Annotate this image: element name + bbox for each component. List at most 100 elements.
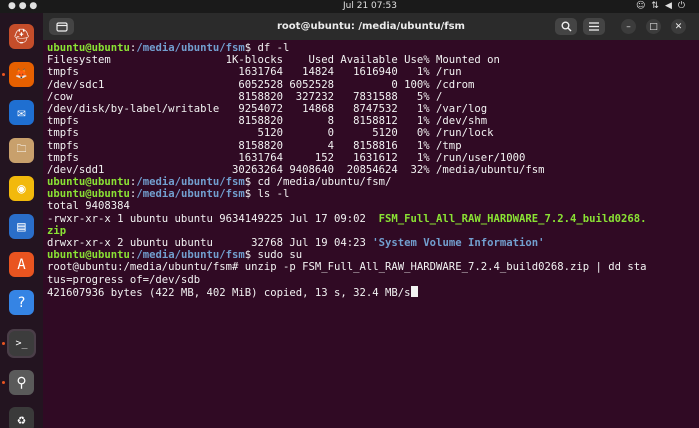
rhythmbox-icon[interactable]: ◉: [7, 174, 36, 203]
appcenter-icon[interactable]: A: [7, 250, 36, 279]
network-icon[interactable]: ⇅: [651, 1, 665, 11]
writer-icon[interactable]: ▤: [7, 212, 36, 241]
terminal-line: drwxr-xr-x 2 ubuntu ubuntu 32768 Jul 19 …: [47, 237, 697, 249]
terminal-text: tmpfs 1631764 14824 1616940 1% /run: [47, 66, 462, 79]
terminal-text: tmpfs 8158820 4 8158816 1% /tmp: [47, 139, 462, 152]
terminal-window: root@ubuntu: /media/ubuntu/fsm – □ ✕ ubu…: [43, 13, 699, 428]
menu-button[interactable]: [583, 18, 605, 35]
close-button[interactable]: ✕: [671, 19, 686, 34]
running-indicator: [2, 381, 5, 384]
running-indicator: [2, 73, 5, 76]
terminal-line: -rwxr-xr-x 1 ubuntu ubuntu 9634149225 Ju…: [47, 213, 697, 225]
terminal-line: tus=progress of=/dev/sdb: [47, 274, 697, 286]
help-icon-top-glyph: ⛑: [9, 24, 34, 49]
terminal-line: ubuntu@ubuntu:/media/ubuntu/fsm$ sudo su: [47, 249, 697, 261]
rhythmbox-icon-glyph: ◉: [9, 176, 34, 201]
terminal-text: /media/ubuntu/fsm: [136, 249, 245, 262]
terminal-line: /dev/disk/by-label/writable 9254072 1486…: [47, 103, 697, 115]
minimize-button[interactable]: –: [621, 19, 636, 34]
terminal-icon-glyph: >_: [9, 331, 34, 356]
terminal-line: /dev/sdc1 6052528 6052528 0 100% /cdrom: [47, 79, 697, 91]
terminal-line: tmpfs 1631764 14824 1616940 1% /run: [47, 66, 697, 78]
appcenter-icon-glyph: A: [9, 252, 34, 277]
terminal-line: tmpfs 1631764 152 1631612 1% /run/user/1…: [47, 152, 697, 164]
search-icon: [561, 21, 572, 32]
maximize-icon: □: [649, 21, 658, 32]
terminal-line: ubuntu@ubuntu:/media/ubuntu/fsm$ cd /med…: [47, 176, 697, 188]
terminal-icon[interactable]: >_: [7, 329, 36, 358]
terminal-text: tmpfs 8158820 8 8158812 1% /dev/shm: [47, 115, 488, 128]
minimize-icon: –: [626, 21, 631, 32]
terminal-line: zip: [47, 225, 697, 237]
terminal-text: tus=progress of=/dev/sdb: [47, 273, 201, 286]
search-button[interactable]: [555, 18, 577, 35]
running-indicator: [2, 342, 5, 345]
terminal-text: ubuntu@ubuntu: [47, 188, 130, 201]
terminal-line: root@ubuntu:/media/ubuntu/fsm# unzip -p …: [47, 261, 697, 273]
terminal-text: ubuntu@ubuntu: [47, 249, 130, 262]
trash-icon-glyph: ♻: [9, 407, 34, 428]
terminal-line: /cow 8158820 327232 7831588 5% /: [47, 91, 697, 103]
terminal-line: ubuntu@ubuntu:/media/ubuntu/fsm$ df -l: [47, 42, 697, 54]
terminal-text: /cow 8158820 327232 7831588 5% /: [47, 90, 443, 103]
maximize-button[interactable]: □: [646, 19, 661, 34]
close-icon: ✕: [674, 21, 683, 32]
terminal-text: $ cd /media/ubuntu/fsm/: [244, 176, 392, 189]
terminal-text: tmpfs 1631764 152 1631612 1% /run/user/1…: [47, 151, 526, 164]
clock[interactable]: Jul 21 07:53: [330, 0, 410, 13]
title-bar[interactable]: root@ubuntu: /media/ubuntu/fsm – □ ✕: [43, 13, 699, 40]
terminal-text: zip: [47, 224, 67, 237]
terminal-text: 421607936 bytes (422 MB, 402 MiB) copied…: [47, 286, 411, 299]
terminal-text: ubuntu@ubuntu: [47, 176, 130, 189]
volume-icon[interactable]: ◀: [665, 1, 678, 11]
usb-drive-icon-glyph: ⚲: [9, 370, 34, 395]
terminal-line: tmpfs 8158820 4 8158816 1% /tmp: [47, 140, 697, 152]
terminal-line: tmpfs 5120 0 5120 0% /run/lock: [47, 127, 697, 139]
firefox-icon[interactable]: 🦊: [7, 60, 36, 89]
help-icon-top[interactable]: ⛑: [7, 22, 36, 51]
help-icon-glyph: ?: [9, 290, 34, 315]
terminal-cursor: [410, 285, 418, 297]
terminal-text: $ df -l: [244, 42, 290, 54]
terminal-text: ubuntu@ubuntu: [47, 42, 130, 54]
terminal-text: $ sudo su: [244, 249, 303, 262]
activities-indicator[interactable]: ● ● ●: [8, 0, 37, 13]
terminal-text: tmpfs 5120 0 5120 0% /run/lock: [47, 127, 494, 140]
terminal-text: -rwxr-xr-x 1 ubuntu ubuntu 9634149225 Ju…: [47, 212, 379, 225]
hamburger-menu-icon: [589, 22, 599, 31]
terminal-text: 'System Volume Information': [372, 237, 545, 249]
terminal-line: tmpfs 8158820 8 8158812 1% /dev/shm: [47, 115, 697, 127]
terminal-text: /media/ubuntu/fsm: [136, 42, 245, 54]
terminal-line: ubuntu@ubuntu:/media/ubuntu/fsm$ ls -l: [47, 188, 697, 200]
help-icon[interactable]: ?: [7, 288, 36, 317]
dock: ⛑ 🦊 ✉ 🗀 ◉ ▤ A? >_ ⚲ ♻: [0, 13, 43, 428]
files-icon[interactable]: 🗀: [7, 136, 36, 165]
terminal-output[interactable]: ubuntu@ubuntu:/media/ubuntu/fsm$ df -l Fi…: [47, 42, 697, 426]
terminal-text: /dev/sdd1 30263264 9408640 20854624 32% …: [47, 163, 545, 176]
writer-icon-glyph: ▤: [9, 214, 34, 239]
terminal-text: /dev/sdc1 6052528 6052528 0 100% /cdrom: [47, 78, 475, 91]
trash-icon[interactable]: ♻: [7, 405, 36, 428]
terminal-text: Filesystem 1K-blocks Used Available Use%…: [47, 54, 500, 67]
terminal-line: total 9408384: [47, 200, 697, 212]
terminal-text: total 9408384: [47, 200, 130, 213]
terminal-text: FSM_Full_All_RAW_HARDWARE_7.2.4_build026…: [378, 212, 647, 225]
terminal-text: /media/ubuntu/fsm: [136, 188, 245, 201]
accessibility-icon[interactable]: ☺: [636, 1, 651, 11]
top-bar: ● ● ● Jul 21 07:53 ☺⇅◀⏻: [0, 0, 699, 13]
terminal-text: /dev/disk/by-label/writable 9254072 1486…: [47, 102, 488, 115]
terminal-text: $ ls -l: [244, 188, 290, 201]
terminal-line: 421607936 bytes (422 MB, 402 MiB) copied…: [47, 285, 697, 299]
terminal-text: root@ubuntu:/media/ubuntu/fsm# unzip -p …: [47, 261, 647, 274]
terminal-line: /dev/sdd1 30263264 9408640 20854624 32% …: [47, 164, 697, 176]
files-icon-glyph: 🗀: [9, 138, 34, 163]
terminal-text: drwxr-xr-x 2 ubuntu ubuntu 32768 Jul 19 …: [47, 237, 373, 249]
system-tray[interactable]: ☺⇅◀⏻: [636, 0, 691, 13]
thunderbird-icon[interactable]: ✉: [7, 98, 36, 127]
power-icon[interactable]: ⏻: [678, 1, 691, 11]
thunderbird-icon-glyph: ✉: [9, 100, 34, 125]
firefox-icon-glyph: 🦊: [9, 62, 34, 87]
usb-drive-icon[interactable]: ⚲: [7, 368, 36, 397]
terminal-text: /media/ubuntu/fsm: [136, 176, 245, 189]
terminal-line: Filesystem 1K-blocks Used Available Use%…: [47, 54, 697, 66]
